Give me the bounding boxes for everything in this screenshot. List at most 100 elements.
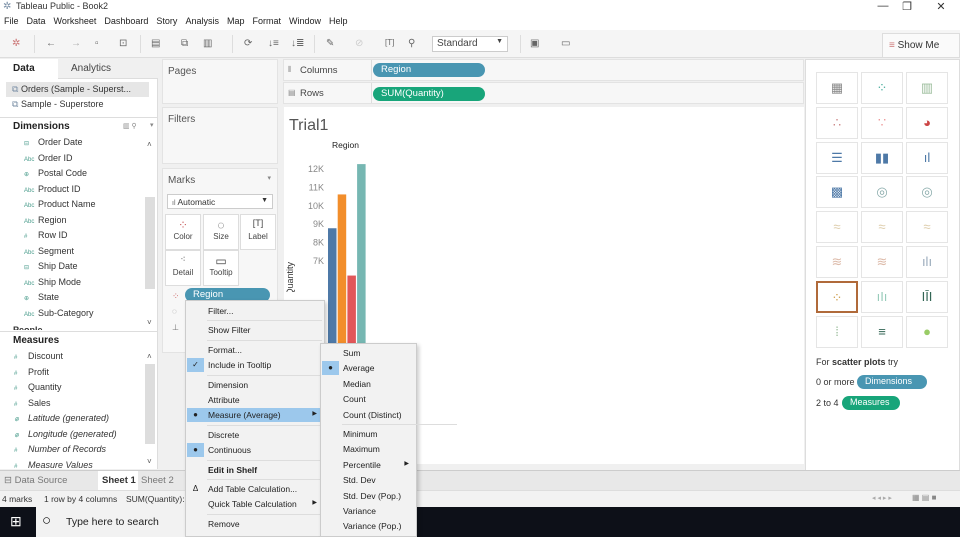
detail-button[interactable]: ⁖ Detail: [165, 250, 201, 286]
menu-item[interactable]: Remove: [187, 517, 323, 531]
clear-sheet-icon[interactable]: ▥: [203, 38, 212, 49]
marks-menu-icon[interactable]: ▾: [267, 174, 271, 182]
show-me-chart-option[interactable]: ▩: [816, 176, 858, 209]
region-column-pill[interactable]: Region: [373, 63, 485, 77]
highlight-icon[interactable]: ✎: [326, 38, 334, 49]
pages-card[interactable]: Pages: [162, 59, 278, 104]
scroll-up-icon[interactable]: ˄: [147, 140, 152, 149]
view-toggle-icon[interactable]: ▥ ⚲: [123, 122, 137, 130]
dimension-field[interactable]: ⊟ Order Date: [24, 137, 144, 152]
show-me-chart-option[interactable]: ≈: [816, 211, 858, 244]
show-me-button[interactable]: ≡ Show Me: [882, 33, 960, 58]
measure-field[interactable]: # Sales: [14, 398, 134, 413]
dimension-field[interactable]: # Row ID: [24, 230, 144, 245]
menu-item[interactable]: Dimension: [187, 378, 323, 392]
datasource-superstore[interactable]: ⧉ Sample - Superstore: [6, 97, 149, 112]
menu-item[interactable]: Show Filter: [187, 323, 323, 337]
menu-item[interactable]: Percentile ▶: [322, 458, 415, 472]
menu-story[interactable]: Story: [152, 14, 181, 26]
dimension-field[interactable]: ⊟ Ship Date: [24, 261, 144, 276]
menu-worksheet[interactable]: Worksheet: [50, 14, 101, 26]
show-me-chart-option[interactable]: ılı: [906, 246, 948, 278]
swap-icon[interactable]: ⟳: [244, 38, 252, 49]
measure-field[interactable]: # Profit: [14, 367, 134, 382]
menu-item[interactable]: Quick Table Calculation ▶: [187, 497, 323, 511]
dimension-field[interactable]: Abc Product Name: [24, 199, 144, 214]
menu-item[interactable]: Attribute: [187, 393, 323, 407]
show-me-chart-option[interactable]: ◎: [906, 176, 948, 209]
show-me-chart-option[interactable]: ▮▮: [861, 141, 903, 174]
dimension-field[interactable]: ⊕ Postal Code: [24, 168, 144, 183]
menu-item[interactable]: Variance: [322, 504, 415, 518]
presentation-icon[interactable]: ▣: [530, 38, 539, 49]
dimension-field[interactable]: Abc Sub-Category: [24, 308, 144, 323]
dimensions-scrollbar[interactable]: [145, 197, 155, 289]
menu-item[interactable]: ● Average: [322, 361, 415, 376]
datasource-orders[interactable]: ⧉ Orders (Sample - Superst...: [6, 82, 149, 97]
show-me-chart-option[interactable]: IĪI: [906, 280, 948, 313]
menu-item[interactable]: Minimum: [322, 427, 415, 441]
sort-asc-icon[interactable]: ↓≡: [268, 38, 279, 49]
show-me-chart-option[interactable]: ıIı: [861, 280, 903, 313]
label-button[interactable]: [T] Label: [240, 214, 276, 250]
menu-item[interactable]: Edit in Shelf: [187, 463, 323, 477]
menu-item[interactable]: Count: [322, 392, 415, 406]
menu-dashboard[interactable]: Dashboard: [100, 14, 152, 26]
show-me-chart-option[interactable]: ⁘: [861, 72, 903, 104]
menu-item[interactable]: Sum: [322, 346, 415, 360]
measure-field[interactable]: # Number of Records: [14, 444, 134, 459]
menu-format[interactable]: Format: [248, 14, 285, 26]
duplicate-sheet-icon[interactable]: ⧉: [181, 38, 188, 49]
menu-data[interactable]: Data: [23, 14, 50, 26]
menu-file[interactable]: File: [0, 14, 23, 26]
show-me-chart-option[interactable]: ≋: [816, 246, 858, 278]
menu-item[interactable]: Maximum: [322, 442, 415, 456]
group-icon[interactable]: ⊘: [355, 38, 363, 49]
show-me-chart-option[interactable]: ≈: [861, 211, 903, 244]
dimensions-menu-icon[interactable]: ▾: [150, 121, 154, 129]
show-me-chart-option[interactable]: ⁘: [816, 280, 858, 313]
show-me-chart-option[interactable]: ▦: [816, 72, 858, 104]
show-me-chart-option[interactable]: ≈: [906, 211, 948, 244]
dimension-field[interactable]: ⊕ State: [24, 292, 144, 307]
mark-type-select[interactable]: ıl Automatic ▼: [167, 194, 273, 209]
restore-button[interactable]: ❐: [892, 0, 922, 13]
menu-item[interactable]: ● Continuous: [187, 443, 323, 458]
size-button[interactable]: ◌ Size: [203, 214, 239, 250]
new-worksheet-icon[interactable]: ▤: [151, 38, 160, 49]
show-me-chart-option[interactable]: ∵: [861, 106, 903, 139]
scroll-down-icon[interactable]: ˅: [147, 457, 152, 466]
redo-icon[interactable]: →: [71, 38, 81, 49]
show-me-chart-option[interactable]: ⁞: [816, 315, 858, 348]
tab-sheet-2[interactable]: Sheet 2: [141, 475, 174, 486]
menu-map[interactable]: Map: [223, 14, 249, 26]
tab-sheet-1[interactable]: Sheet 1: [98, 471, 138, 490]
tab-analytics[interactable]: Analytics: [58, 59, 158, 79]
menu-window[interactable]: Window: [285, 14, 325, 26]
dimension-field[interactable]: Abc Ship Mode: [24, 277, 144, 292]
scroll-down-icon[interactable]: ˅: [147, 318, 152, 327]
menu-item[interactable]: Δ Add Table Calculation...: [187, 482, 323, 496]
show-me-chart-option[interactable]: ≋: [861, 246, 903, 278]
measures-scrollbar[interactable]: [145, 364, 155, 444]
dimension-field[interactable]: Abc Region: [24, 215, 144, 230]
show-labels-icon[interactable]: [T]: [385, 38, 394, 47]
tableau-home-icon[interactable]: ✲: [12, 38, 20, 49]
menu-help[interactable]: Help: [325, 14, 352, 26]
dimension-field[interactable]: Abc Product ID: [24, 184, 144, 199]
menu-item[interactable]: Count (Distinct): [322, 408, 415, 422]
measure-field[interactable]: ⊕ Longitude (generated): [14, 429, 134, 444]
show-me-chart-option[interactable]: ∴: [816, 106, 858, 139]
show-me-chart-option[interactable]: ◕: [906, 106, 948, 139]
menu-item[interactable]: Std. Dev: [322, 473, 415, 487]
data-source-tab[interactable]: ⊟ Data Source: [4, 475, 67, 486]
filters-card[interactable]: Filters: [162, 107, 278, 164]
sheet-nav-icons[interactable]: ◂ ◂ ▸ ▸: [872, 494, 892, 502]
save-icon[interactable]: ▫: [95, 38, 99, 49]
menu-item[interactable]: Format...: [187, 343, 323, 357]
menu-item[interactable]: Discrete: [187, 428, 323, 442]
dimension-field[interactable]: Abc Segment: [24, 246, 144, 261]
pin-icon[interactable]: ⚲: [408, 38, 415, 49]
show-me-chart-option[interactable]: ≡: [861, 315, 903, 348]
show-me-chart-option[interactable]: ıl: [906, 141, 948, 174]
